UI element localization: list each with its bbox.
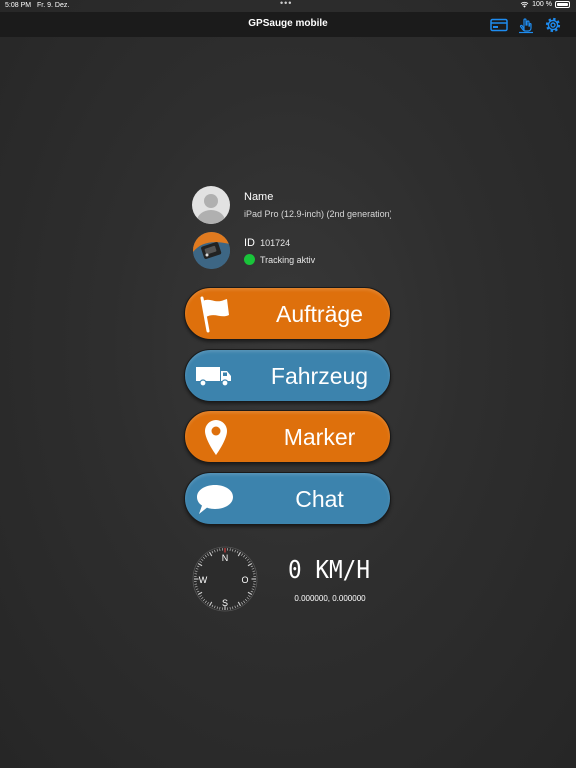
map-pin-icon <box>205 420 227 455</box>
tracking-label: Tracking aktiv <box>260 254 316 265</box>
chat-button[interactable]: Chat <box>184 472 391 525</box>
battery-icon <box>555 1 570 8</box>
card-icon[interactable] <box>490 16 508 34</box>
compass-north: N <box>222 553 229 563</box>
wifi-icon <box>520 1 529 8</box>
gps-coordinates: 0.000000, 0.000000 <box>294 594 366 603</box>
hand-icon[interactable] <box>517 16 535 34</box>
chat-label: Chat <box>295 486 344 512</box>
status-right: 100 % <box>520 1 570 8</box>
status-date: Fr. 9. Dez. <box>37 2 70 9</box>
orders-button[interactable]: Aufträge <box>184 287 391 340</box>
status-time: 5:08 PM <box>5 2 32 9</box>
speed-value: 0 KM/H <box>288 556 370 582</box>
vehicle-label: Fahrzeug <box>270 363 369 389</box>
orders-label: Aufträge <box>276 301 363 327</box>
avatar <box>192 186 230 224</box>
chat-bubble-icon <box>197 485 233 514</box>
tracking-status: Tracking aktiv <box>244 254 315 265</box>
tracking-indicator-icon <box>244 254 255 265</box>
marker-button[interactable]: Marker <box>184 410 391 463</box>
device-name: iPad Pro (12.9-inch) (2nd generation) <box>244 209 391 219</box>
compass-south: S <box>222 598 228 608</box>
navigation-bar: GPSauge mobile <box>0 12 576 37</box>
battery-percent: 100 % <box>532 1 552 8</box>
id-row: ID 101724 <box>244 237 290 249</box>
speed-display: 0 KM/H <box>288 556 370 582</box>
name-label: Name <box>244 191 274 203</box>
truck-icon <box>196 367 231 387</box>
id-value: 101724 <box>260 238 291 248</box>
compass-west: W <box>199 575 208 585</box>
id-label: ID <box>244 237 255 249</box>
vehicle-button[interactable]: Fahrzeug <box>184 349 391 402</box>
status-bar: 5:08 PM Fr. 9. Dez. ••• 100 % <box>0 0 576 12</box>
marker-label: Marker <box>283 424 356 450</box>
gear-icon[interactable] <box>544 16 562 34</box>
app-logo-icon <box>193 232 230 269</box>
flag-icon <box>200 296 229 333</box>
multitasking-dots-icon[interactable]: ••• <box>280 0 292 8</box>
compass-east: O <box>241 575 248 585</box>
compass: N O S W <box>192 546 258 612</box>
